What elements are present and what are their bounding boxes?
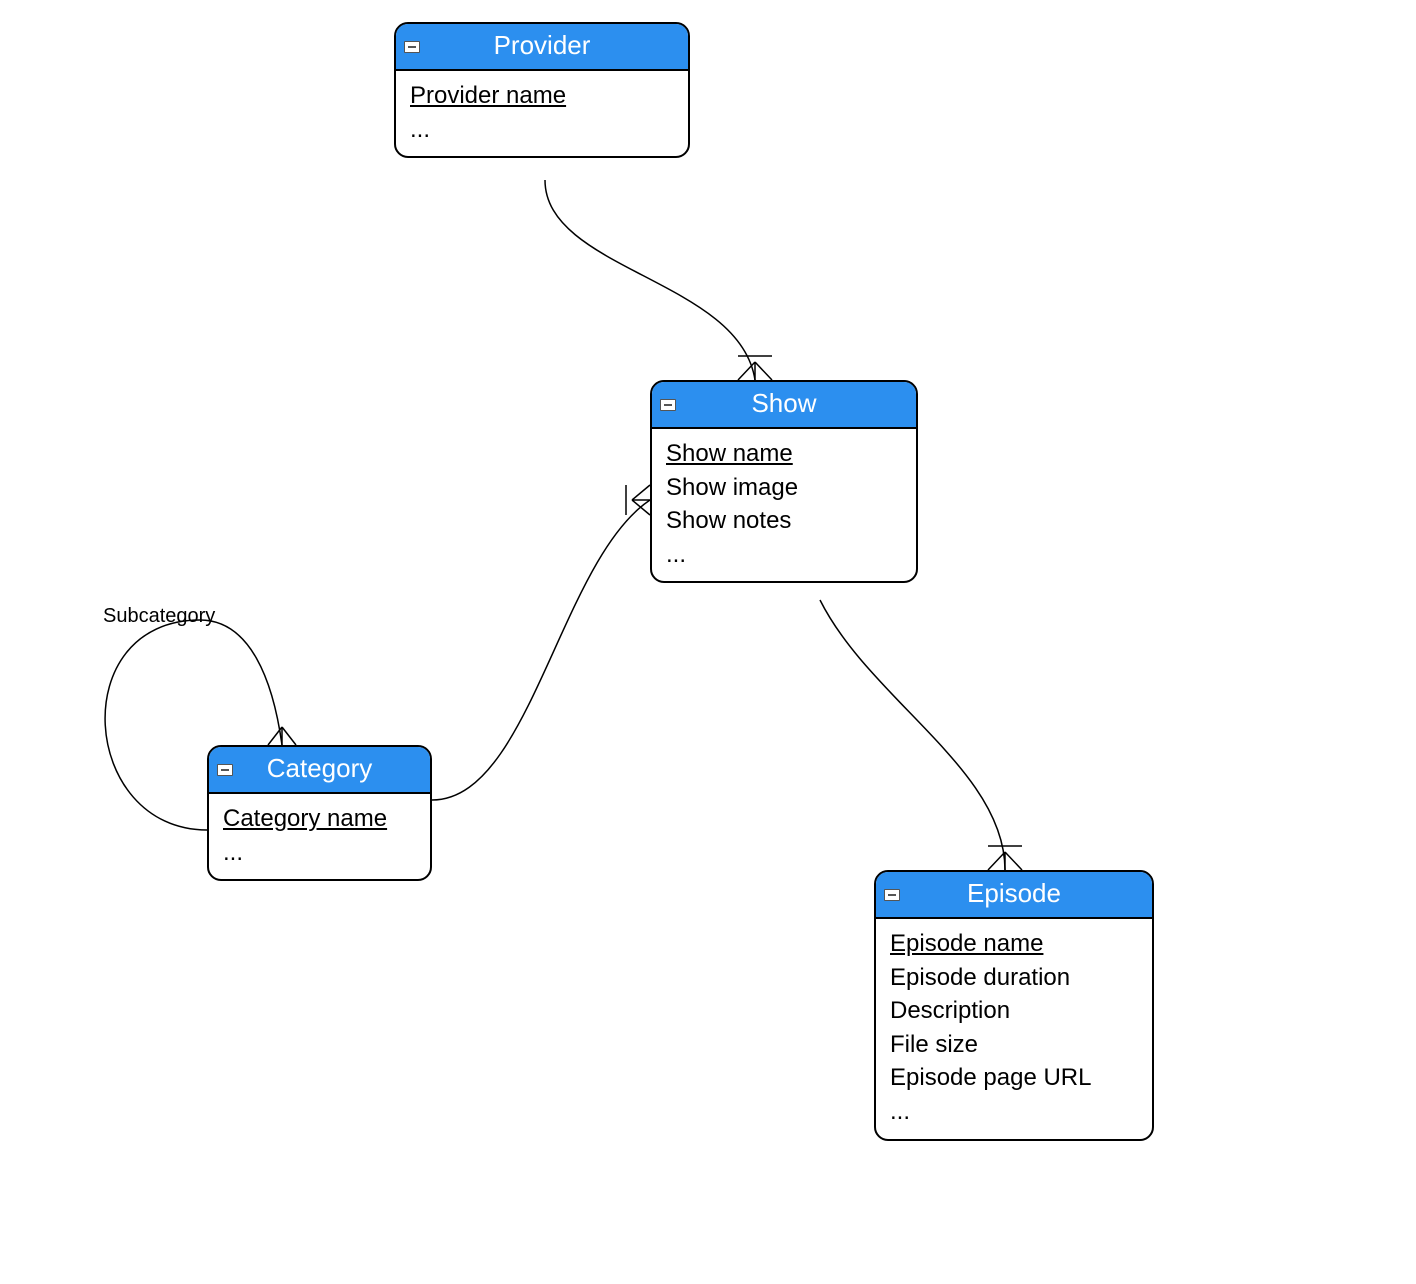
entity-episode-attr: ... (890, 1095, 1138, 1129)
entity-show-header: Show (652, 382, 916, 429)
entity-show-attr: Show image (666, 471, 902, 505)
relationship-label-subcategory: Subcategory (103, 605, 215, 628)
entity-episode-attr: Episode page URL (890, 1061, 1138, 1095)
drive-icon (660, 399, 676, 411)
entity-episode-title: Episode (967, 878, 1061, 908)
entity-category: Category Category name ... (207, 745, 432, 881)
entity-category-attr: ... (223, 836, 416, 870)
entity-show-attr: Show name (666, 437, 902, 471)
entity-episode-header: Episode (876, 872, 1152, 919)
entity-category-header: Category (209, 747, 430, 794)
entity-episode-attr: Episode name (890, 927, 1138, 961)
relationship-lines (0, 0, 1416, 1284)
drive-icon (217, 764, 233, 776)
entity-show-attr: ... (666, 538, 902, 572)
entity-show: Show Show name Show image Show notes ... (650, 380, 918, 583)
drive-icon (884, 889, 900, 901)
entity-provider-attr: Provider name (410, 79, 674, 113)
entity-provider: Provider Provider name ... (394, 22, 690, 158)
drive-icon (404, 41, 420, 53)
entity-episode-attr: Description (890, 994, 1138, 1028)
entity-category-body: Category name ... (209, 794, 430, 879)
entity-provider-header: Provider (396, 24, 688, 71)
entity-category-attr: Category name (223, 802, 416, 836)
entity-provider-attr: ... (410, 113, 674, 147)
er-diagram-canvas: Provider Provider name ... Show Show nam… (0, 0, 1416, 1284)
entity-episode-body: Episode name Episode duration Descriptio… (876, 919, 1152, 1139)
entity-show-body: Show name Show image Show notes ... (652, 429, 916, 581)
entity-episode: Episode Episode name Episode duration De… (874, 870, 1154, 1141)
entity-category-title: Category (267, 753, 373, 783)
entity-show-title: Show (751, 388, 816, 418)
entity-provider-title: Provider (494, 30, 591, 60)
entity-show-attr: Show notes (666, 504, 902, 538)
entity-episode-attr: Episode duration (890, 961, 1138, 995)
entity-episode-attr: File size (890, 1028, 1138, 1062)
entity-provider-body: Provider name ... (396, 71, 688, 156)
